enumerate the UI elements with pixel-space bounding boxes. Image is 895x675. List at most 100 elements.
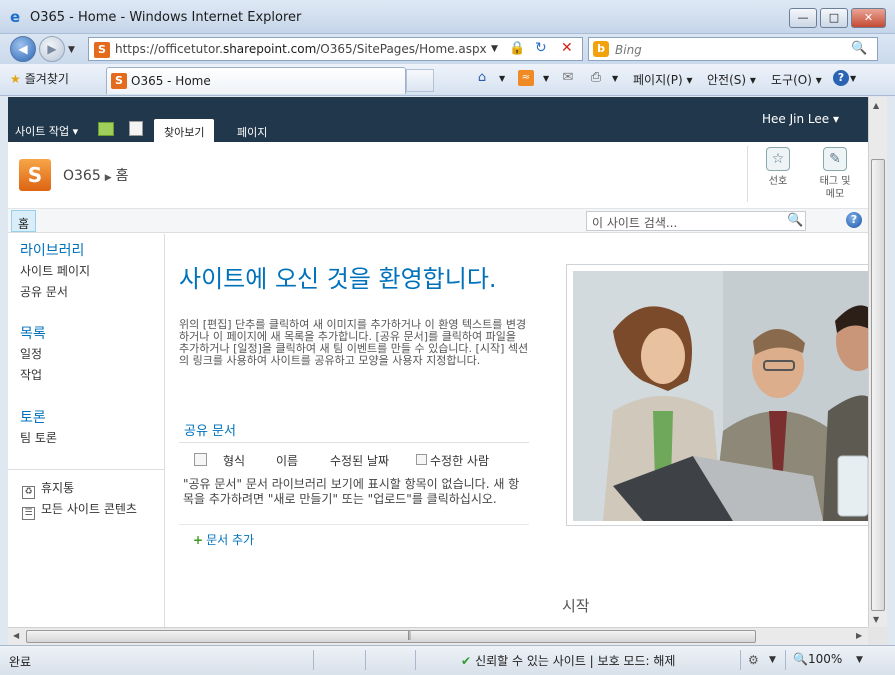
nav-divider [8,469,165,470]
add-document-link[interactable]: + 문서 추가 [193,531,254,548]
nav-discussions-heading[interactable]: 토론 [20,407,46,427]
sharepoint-logo-icon[interactable]: S [19,159,51,191]
status-divider [785,650,786,670]
breadcrumb: O365 ▶ 홈 [63,165,129,185]
nav-libraries-heading[interactable]: 라이브러리 [20,240,84,260]
stop-icon[interactable]: ✕ [561,40,573,56]
favorites-row: ★ 즐겨찾기 S O365 - Home ⌂ ▼ ≈ ▼ ✉ ⎙ ▼ 페이지(P)… [0,64,895,96]
tab-browse[interactable]: 찾아보기 [154,119,215,142]
scroll-right-icon[interactable]: ▶ [856,631,862,640]
nav-site-pages[interactable]: 사이트 페이지 [20,262,90,279]
horizontal-scrollbar[interactable]: ◀ ‖ ▶ [8,627,868,645]
nav-home-tab[interactable]: 홈 [11,210,37,232]
divider [179,524,529,525]
bing-search-box[interactable]: b Bing 🔍 [588,37,878,61]
scroll-left-icon[interactable]: ◀ [13,631,19,640]
help-icon[interactable]: ? [846,212,862,228]
nav-all-site-content[interactable]: ☰ 모든 사이트 콘텐츠 [22,500,137,520]
scroll-down-icon[interactable]: ▼ [873,615,879,624]
nav-team-discussion[interactable]: 팀 토론 [20,429,57,446]
nav-shared-documents[interactable]: 공유 문서 [20,283,68,300]
like-button[interactable]: ☆ 선호 [749,147,807,188]
refresh-icon[interactable]: ↻ [535,40,547,56]
maximize-button[interactable]: □ [820,8,848,28]
column-name[interactable]: 이름 [276,452,298,469]
home-icon[interactable]: ⌂ [474,70,490,86]
home-dropdown-icon[interactable]: ▼ [499,74,505,83]
check-icon: ✔ [461,654,472,668]
zoom-level[interactable]: 🔍100% [793,652,842,666]
site-actions-menu[interactable]: 사이트 작업 ▾ [15,123,78,139]
close-button[interactable]: ✕ [851,8,886,28]
url-text[interactable]: https://officetutor.sharepoint.com/O365/… [115,42,487,56]
protected-dropdown-icon[interactable]: ▼ [769,655,776,665]
nav-tasks[interactable]: 작업 [20,366,42,383]
sharepoint-favicon-icon: S [94,42,110,58]
tools-menu[interactable]: 도구(O) ▾ [771,71,822,88]
empty-library-message: "공유 문서" 문서 라이브러리 보기에 표시할 항목이 없습니다. 새 항목을… [183,477,520,506]
feeds-icon[interactable]: ≈ [518,70,534,86]
site-content-icon: ☰ [22,507,35,520]
forward-button[interactable]: ▶ [39,36,65,62]
print-dropdown-icon[interactable]: ▼ [612,74,618,83]
nav-recycle-bin[interactable]: ♻ 휴지통 [22,479,74,499]
status-text: 완료 [9,655,32,669]
main-content: 사이트에 오신 것을 환영합니다. 위의 [편집] 단추를 클릭하여 새 이미지… [166,234,868,627]
site-search-input[interactable]: 이 사이트 검색... 🔍 [586,211,806,231]
help-dropdown-icon[interactable]: ▼ [850,74,856,83]
ribbon: 사이트 작업 ▾ 찾아보기 페이지 Hee Jin Lee ▾ [8,97,868,142]
top-navigation: 홈 이 사이트 검색... 🔍 ? [8,208,868,233]
like-tag-icon: ☆ [766,147,790,171]
nav-lists-heading[interactable]: 목록 [20,323,46,343]
scroll-corner [868,627,887,645]
welcome-photo [573,271,868,521]
tags-notes-icon: ✎ [823,147,847,171]
safety-menu[interactable]: 안전(S) ▾ [707,71,756,88]
ie-logo-icon: e [10,8,21,26]
address-bar[interactable]: S https://officetutor.sharepoint.com/O36… [88,37,583,61]
scroll-up-icon[interactable]: ▲ [873,101,879,110]
scroll-grip-icon: ‖ [407,631,412,641]
security-zone-status[interactable]: ✔ 신뢰할 수 있는 사이트 | 보호 모드: 해제 [461,652,675,669]
shared-docs-title[interactable]: 공유 문서 [184,420,236,439]
column-modified[interactable]: 수정된 날짜 [330,452,389,469]
recycle-bin-icon: ♻ [22,486,35,499]
sharepoint-favicon-icon: S [111,73,127,89]
lock-icon[interactable]: 🔒 [509,41,525,57]
modified-by-checkbox-icon [416,454,427,465]
breadcrumb-site[interactable]: O365 [63,168,101,184]
edit-page-icon[interactable] [129,121,143,136]
ribbon-divider [747,146,748,202]
favorites-button[interactable]: ★ 즐겨찾기 [10,70,69,87]
horizontal-scroll-thumb[interactable]: ‖ [26,630,756,643]
navigate-up-icon[interactable] [98,122,114,136]
new-tab-button[interactable] [406,69,434,92]
mail-icon[interactable]: ✉ [560,70,576,86]
search-icon[interactable]: 🔍 [787,213,803,228]
get-started-heading: 시작 [562,597,590,615]
minimize-button[interactable]: — [789,8,817,28]
browser-tab[interactable]: S O365 - Home [106,67,406,94]
column-type[interactable]: 형식 [223,452,245,469]
select-all-checkbox[interactable] [194,453,207,466]
back-button[interactable]: ◀ [10,36,36,62]
history-dropdown-icon[interactable]: ▼ [68,45,75,55]
vertical-scrollbar[interactable]: ▲ ▼ [868,97,887,627]
print-icon[interactable]: ⎙ [588,70,604,86]
tags-notes-button[interactable]: ✎ 태그 및 메모 [806,147,864,201]
column-modified-by[interactable]: 수정한 사람 [430,452,489,469]
help-icon[interactable]: ? [833,70,849,86]
user-menu[interactable]: Hee Jin Lee ▾ [762,112,839,126]
protected-mode-icon[interactable]: ⚙ [748,653,759,667]
plus-icon: + [193,533,204,547]
tab-page[interactable]: 페이지 [227,119,277,142]
status-bar: 완료 ✔ 신뢰할 수 있는 사이트 | 보호 모드: 해제 ⚙ ▼ 🔍100% ▼ [0,645,895,675]
status-divider [740,650,741,670]
search-icon[interactable]: 🔍 [851,41,867,56]
feeds-dropdown-icon[interactable]: ▼ [543,74,549,83]
zoom-dropdown-icon[interactable]: ▼ [856,655,863,665]
vertical-scroll-thumb[interactable] [871,159,885,611]
nav-calendar[interactable]: 일정 [20,345,42,362]
page-menu[interactable]: 페이지(P) ▾ [633,71,693,88]
address-dropdown-icon[interactable]: ▼ [491,44,498,54]
